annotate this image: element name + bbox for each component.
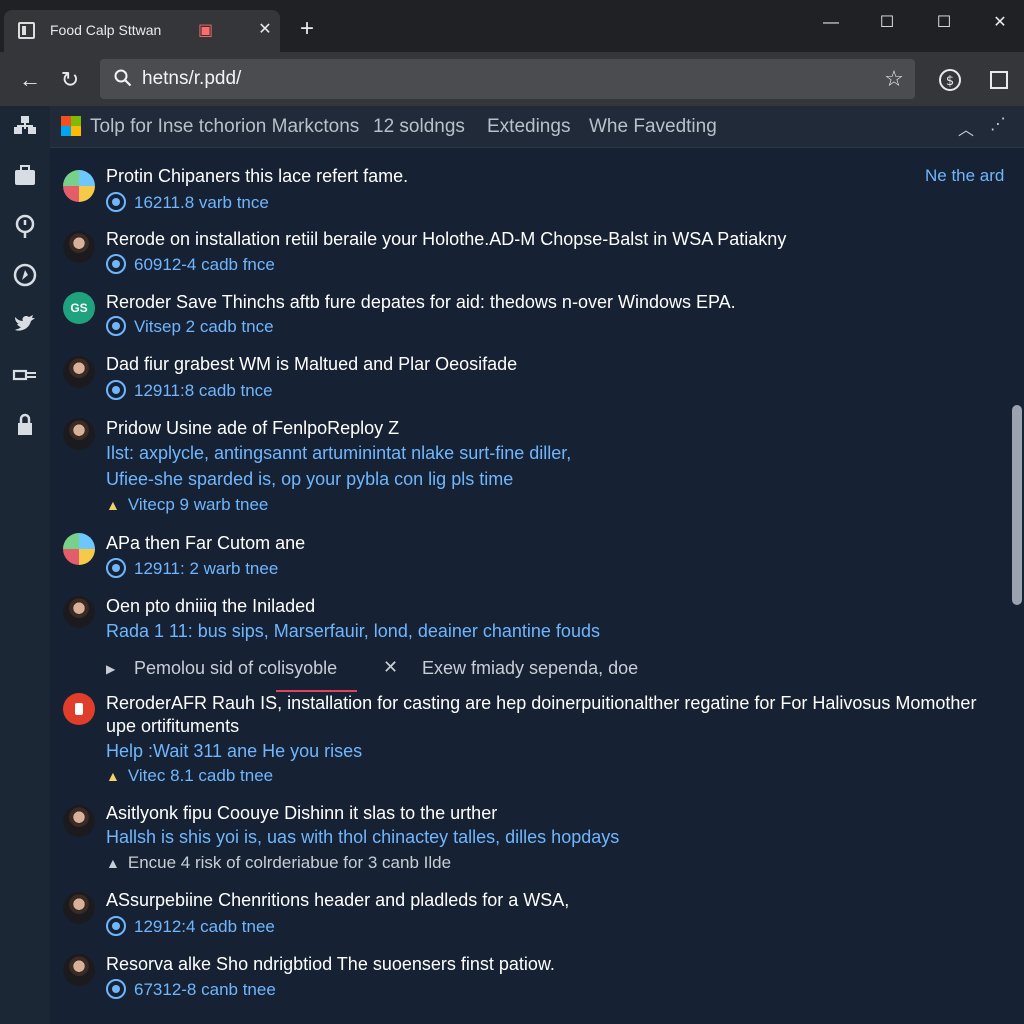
active-underline <box>276 690 357 692</box>
item-description[interactable]: Ufiee-she sparded is, op your pybla con … <box>106 469 513 490</box>
close-window-icon[interactable]: ✕ <box>985 10 1015 36</box>
extension-icon[interactable]: $ <box>935 65 965 95</box>
item-meta: 12912:4 cadb tnee <box>106 916 275 937</box>
network-icon[interactable] <box>9 111 41 143</box>
lock-icon[interactable] <box>9 409 41 441</box>
avatar: GS <box>63 292 95 324</box>
thread-expander[interactable]: ▶ Pemolou sid of colisyoble ✕ Exew fmiad… <box>106 652 666 692</box>
item-meta: 16211.8 varb tnce <box>106 192 269 213</box>
left-sidebar <box>0 106 50 1024</box>
triangle-right-icon[interactable]: ▶ <box>106 662 115 676</box>
window-icon[interactable] <box>984 65 1014 95</box>
address-bar[interactable]: hetns/r.pdd/ ☆ <box>100 59 915 99</box>
chevron-up-icon[interactable]: ︿ <box>958 116 974 140</box>
item-title[interactable]: Asitlyonk fipu Coouye Dishinn it slas to… <box>106 803 497 824</box>
browser-toolbar: ← ↻ hetns/r.pdd/ ☆ $ <box>0 52 1024 106</box>
briefcase-icon[interactable] <box>9 160 41 192</box>
avatar <box>63 693 95 725</box>
avatar <box>63 170 95 202</box>
item-description[interactable]: Rada 1 11: bus sips, Marserfauir, lond, … <box>106 621 600 642</box>
item-meta: 12911:8 cadb tnce <box>106 380 273 401</box>
bookmark-star-icon[interactable]: ☆ <box>881 66 907 92</box>
avatar <box>63 805 95 837</box>
item-description[interactable]: Ilst: axplycle, antingsannt artuminintat… <box>106 443 571 464</box>
restore-icon[interactable]: ☐ <box>872 10 902 36</box>
compass-icon[interactable] <box>9 259 41 291</box>
avatar <box>63 533 95 565</box>
svg-text:$: $ <box>946 74 954 89</box>
title-bar: Food Calp Sttwan ▣ ✕ + — ☐ ☐ ✕ <box>0 0 1024 52</box>
minimize-icon[interactable]: — <box>816 10 846 36</box>
warning-icon: ▲ <box>106 855 120 871</box>
item-meta: ▲ Encue 4 risk of colrderiabue for 3 canb… <box>106 853 452 872</box>
item-title[interactable]: Rerode on installation retiil beraile yo… <box>106 229 786 250</box>
warning-icon: ▲ <box>106 768 120 784</box>
item-title[interactable]: Pridow Usine ade of FenlpoReploy Z <box>106 418 399 439</box>
expander-secondary-text[interactable]: Exew fmiady sependa, doe <box>422 658 638 679</box>
document-icon <box>18 22 35 39</box>
reload-icon[interactable]: ↻ <box>54 64 86 96</box>
tab-title: Food Calp Sttwan <box>50 22 162 38</box>
item-title[interactable]: Dad fiur grabest WM is Maltued and Plar … <box>106 354 517 375</box>
item-title-continued[interactable]: upe ortifituments <box>106 716 239 737</box>
avatar <box>63 418 95 450</box>
item-meta: 67312-8 canb tnee <box>106 979 276 1000</box>
item-meta: 60912-4 cadb fnce <box>106 254 275 275</box>
item-meta: ▲ Vitecp 9 warb tnee <box>106 495 269 514</box>
nav-item-favorites[interactable]: Whe Favedting <box>589 116 717 138</box>
item-title[interactable]: ASsurpebiine Chenritions header and plad… <box>106 890 569 911</box>
url-text[interactable]: hetns/r.pdd/ <box>142 68 241 90</box>
close-small-icon[interactable]: ✕ <box>383 657 398 678</box>
item-title[interactable]: Reroder Save Thinchs aftb fure depates f… <box>106 292 736 313</box>
nav-item-settings[interactable]: 12 soldngs <box>373 116 465 138</box>
info-icon <box>106 916 126 936</box>
expand-replies-link[interactable]: Pemolou sid of colisyoble <box>134 658 337 679</box>
avatar <box>63 231 95 263</box>
info-icon <box>106 380 126 400</box>
avatar <box>63 892 95 924</box>
browser-tab[interactable]: Food Calp Sttwan ▣ ✕ <box>4 10 280 52</box>
item-title[interactable]: Protin Chipaners this lace refert fame. <box>106 166 408 187</box>
avatar <box>63 596 95 628</box>
info-icon <box>106 316 126 336</box>
item-title[interactable]: ReroderAFR Rauh IS, installation for cas… <box>106 693 976 714</box>
warning-icon: ▲ <box>106 497 120 513</box>
nav-item-tips[interactable]: Tolp for Inse tchorion Markctons <box>90 116 359 138</box>
scrollbar-thumb[interactable] <box>1012 405 1022 605</box>
info-icon <box>106 192 126 212</box>
back-arrow-icon[interactable]: ← <box>14 64 46 96</box>
windows-logo-icon <box>61 116 81 136</box>
item-meta: ▲ Vitec 8.1 cadb tnee <box>106 766 274 785</box>
page-nav-bar: Tolp for Inse tchorion Markctons 12 sold… <box>50 106 1024 148</box>
new-tab-button[interactable]: + <box>294 16 320 42</box>
twitter-icon[interactable] <box>9 308 41 340</box>
more-options-icon[interactable]: ⋰ <box>990 114 1006 134</box>
item-title[interactable]: Oen pto dniiiq the Iniladed <box>106 596 315 617</box>
item-meta: 12911: 2 warb tnee <box>106 558 278 579</box>
item-title[interactable]: Resorva alke Sho ndrigbtiod The suoenser… <box>106 954 555 975</box>
tab-badge-icon[interactable]: ▣ <box>198 21 218 41</box>
close-tab-icon[interactable]: ✕ <box>254 19 276 41</box>
cable-icon[interactable] <box>9 359 41 391</box>
pin-icon[interactable] <box>9 210 41 242</box>
info-icon <box>106 558 126 578</box>
nav-item-extensions[interactable]: Extedings <box>487 116 570 138</box>
item-title[interactable]: APa then Far Cutom ane <box>106 533 305 554</box>
feed-list: Protin Chipaners this lace refert fame. … <box>50 148 1010 1024</box>
search-icon <box>114 69 132 87</box>
maximize-icon[interactable]: ☐ <box>929 10 959 36</box>
item-description[interactable]: Help :Wait 311 ane He you rises <box>106 741 362 762</box>
item-description[interactable]: Hallsh is shis yoi is, uas with thol chi… <box>106 827 619 848</box>
item-meta: Vitsep 2 cadb tnce <box>106 316 274 337</box>
info-icon <box>106 254 126 274</box>
avatar <box>63 954 95 986</box>
avatar <box>63 356 95 388</box>
info-icon <box>106 979 126 999</box>
